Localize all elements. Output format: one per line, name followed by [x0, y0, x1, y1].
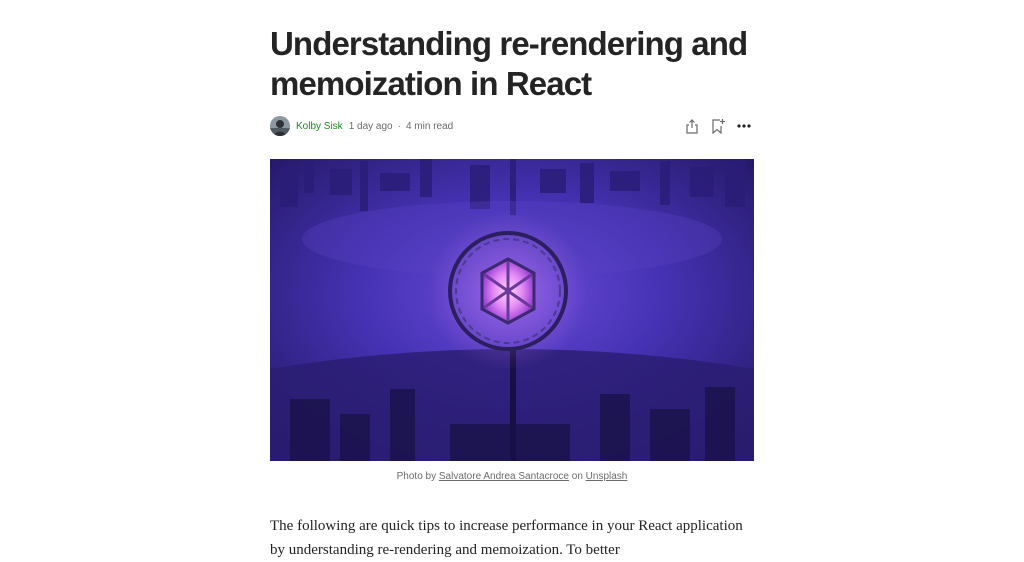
- image-caption: Photo by Salvatore Andrea Santacroce on …: [270, 471, 754, 482]
- meta-separator: ·: [397, 120, 401, 132]
- read-time: 4 min read: [405, 120, 454, 132]
- byline: Kolby Sisk 1 day ago · 4 min read: [270, 115, 754, 137]
- author-avatar[interactable]: [270, 116, 290, 136]
- photographer-link[interactable]: Salvatore Andrea Santacroce: [439, 471, 569, 482]
- caption-middle: on: [571, 471, 583, 482]
- unsplash-link[interactable]: Unsplash: [586, 471, 628, 482]
- caption-prefix: Photo by: [396, 471, 437, 482]
- article-actions: [684, 115, 752, 137]
- article-intro-paragraph: The following are quick tips to increase…: [270, 518, 743, 558]
- article-title: Understanding re-rendering and memoizati…: [270, 25, 748, 102]
- more-options-icon[interactable]: [736, 118, 752, 134]
- author-name-link[interactable]: Kolby Sisk: [296, 121, 343, 132]
- bookmark-add-icon[interactable]: [710, 118, 726, 134]
- share-icon[interactable]: [684, 118, 700, 134]
- hero-image: [270, 159, 754, 461]
- published-date: 1 day ago: [348, 120, 393, 132]
